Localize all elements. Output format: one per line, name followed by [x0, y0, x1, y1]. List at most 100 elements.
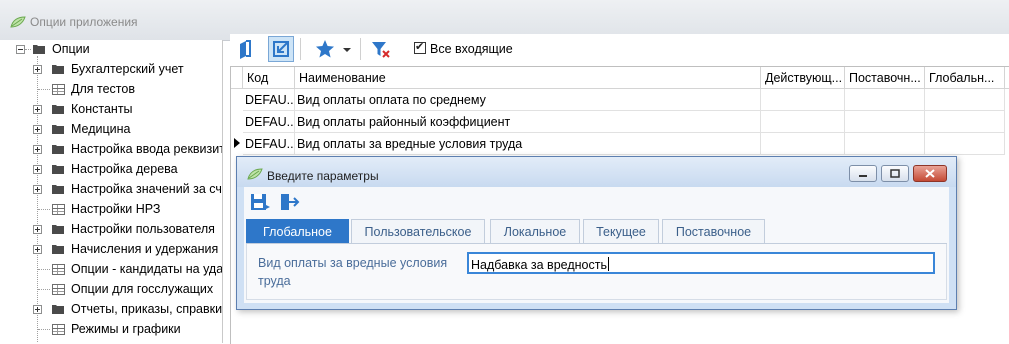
folder-icon	[52, 305, 64, 314]
cell-active[interactable]	[761, 111, 845, 133]
tree-item[interactable]: Настройки НРЗ	[0, 200, 222, 220]
tab-global[interactable]: Глобальное	[246, 219, 349, 243]
expand-icon[interactable]	[33, 305, 42, 314]
maximize-button[interactable]	[881, 165, 909, 182]
table-icon	[52, 264, 65, 275]
tree-item[interactable]: Для тестов	[0, 80, 222, 100]
tree-item[interactable]: Опции - кандидаты на удаление	[0, 260, 222, 280]
cell-active[interactable]	[761, 133, 845, 155]
minimize-button[interactable]	[849, 165, 877, 182]
expand-icon[interactable]	[33, 245, 42, 254]
expand-icon[interactable]	[33, 65, 42, 74]
grid-header-name[interactable]: Наименование	[295, 67, 761, 89]
dialog-leaf-icon	[247, 168, 263, 180]
book-button[interactable]	[232, 36, 258, 62]
cell-global[interactable]	[925, 133, 1005, 155]
options-tree[interactable]: Опции Бухгалтерский учет Для тестов Конста…	[0, 40, 223, 343]
tree-item[interactable]: Настройка ввода реквизитов	[0, 140, 222, 160]
clear-filter-button[interactable]	[368, 36, 394, 62]
tree-item[interactable]: Бухгалтерский учет	[0, 60, 222, 80]
cell-active[interactable]	[761, 89, 845, 111]
tree-item-label: Начисления и удержания	[71, 242, 219, 256]
field-value-text: Надбавка за вредность	[471, 258, 607, 272]
all-incoming-label: Все входящие	[430, 42, 513, 56]
expand-icon[interactable]	[33, 225, 42, 234]
collapse-icon[interactable]	[16, 45, 25, 54]
tree-item[interactable]: Режимы и графики	[0, 320, 222, 340]
cell-name[interactable]: Вид оплаты за вредные условия труда	[295, 133, 761, 155]
import-icon	[273, 41, 289, 57]
folder-icon	[52, 65, 64, 74]
favorites-button[interactable]	[312, 36, 338, 62]
expand-icon[interactable]	[33, 185, 42, 194]
grid-header-active[interactable]: Действующ...	[761, 67, 845, 89]
expand-icon[interactable]	[33, 105, 42, 114]
expand-icon[interactable]	[33, 125, 42, 134]
expand-icon[interactable]	[33, 145, 42, 154]
table-icon	[52, 204, 65, 215]
grid-header-global[interactable]: Глобальн...	[925, 67, 1005, 89]
exit-icon	[281, 194, 300, 210]
folder-icon	[33, 45, 45, 54]
tree-item-label: Бухгалтерский учет	[71, 62, 184, 76]
dialog-title-bar[interactable]: Введите параметры	[237, 157, 956, 187]
tree-item[interactable]: Медицина	[0, 120, 222, 140]
cell-code[interactable]: DEFAU...	[243, 133, 295, 155]
folder-icon	[52, 185, 64, 194]
tree-item-label: Для тестов	[71, 82, 135, 96]
tree-item-label: Медицина	[71, 122, 131, 136]
cell-global[interactable]	[925, 89, 1005, 111]
tree-item-label: Настройка значений за счет	[71, 182, 223, 196]
cell-name[interactable]: Вид оплаты районный коэффициент	[295, 111, 761, 133]
app-leaf-icon	[10, 16, 26, 28]
tree-root[interactable]: Опции	[0, 40, 222, 60]
tree-item[interactable]: Отчеты, приказы, справки	[0, 300, 222, 320]
tree-root-label: Опции	[52, 42, 90, 56]
favorites-dropdown[interactable]	[340, 36, 354, 62]
tree-item[interactable]: Настройки пользователя	[0, 220, 222, 240]
cell-supplied[interactable]	[845, 133, 925, 155]
minimize-icon	[859, 175, 867, 177]
tree-item[interactable]: Настройка дерева	[0, 160, 222, 180]
tab-supplied[interactable]: Поставочное	[662, 219, 765, 243]
close-button[interactable]	[913, 165, 947, 182]
tab-user[interactable]: Пользовательское	[351, 219, 485, 243]
exit-button[interactable]	[278, 191, 300, 213]
text-caret	[607, 257, 609, 271]
expand-icon[interactable]	[33, 165, 42, 174]
cell-code[interactable]: DEFAU...	[243, 89, 295, 111]
current-row-indicator	[234, 138, 240, 148]
table-icon	[52, 324, 65, 335]
cell-code[interactable]: DEFAU...	[243, 111, 295, 133]
dialog-body: Глобальное Пользовательское Локальное Те…	[244, 187, 949, 303]
tree-item-label: Настройки пользователя	[71, 222, 215, 236]
tree-item[interactable]: Начисления и удержания	[0, 240, 222, 260]
folder-icon	[52, 225, 64, 234]
save-button[interactable]	[249, 191, 271, 213]
grid-header-supplied[interactable]: Поставочн...	[845, 67, 925, 89]
all-incoming-checkbox[interactable]	[414, 40, 426, 54]
tree-item-label: Константы	[71, 102, 133, 116]
tree-item-label: Настройка дерева	[71, 162, 178, 176]
tree-item[interactable]: Опции для госслужащих	[0, 280, 222, 300]
tab-local[interactable]: Локальное	[490, 219, 580, 243]
table-icon	[52, 284, 65, 295]
parameters-dialog[interactable]: Введите параметры Глобальное Пользовател…	[236, 156, 957, 310]
app-title: Опции приложения	[30, 15, 138, 29]
cell-supplied[interactable]	[845, 111, 925, 133]
book-icon	[240, 40, 251, 59]
toolbar: Все входящие	[230, 34, 1009, 64]
tree-item[interactable]: Настройка значений за счет	[0, 180, 222, 200]
tab-current[interactable]: Текущее	[583, 219, 659, 243]
import-button[interactable]	[268, 36, 294, 62]
grid-header-code[interactable]: Код	[243, 67, 295, 89]
tree-item[interactable]: Константы	[0, 100, 222, 120]
grid-header-more	[1005, 67, 1009, 89]
cell-supplied[interactable]	[845, 89, 925, 111]
cell-name[interactable]: Вид оплаты оплата по среднему	[295, 89, 761, 111]
folder-icon	[52, 165, 64, 174]
cell-global[interactable]	[925, 111, 1005, 133]
table-icon	[52, 84, 65, 95]
field-value-input[interactable]: Надбавка за вредность	[467, 252, 935, 274]
tree-item-label: Режимы и графики	[71, 322, 181, 336]
